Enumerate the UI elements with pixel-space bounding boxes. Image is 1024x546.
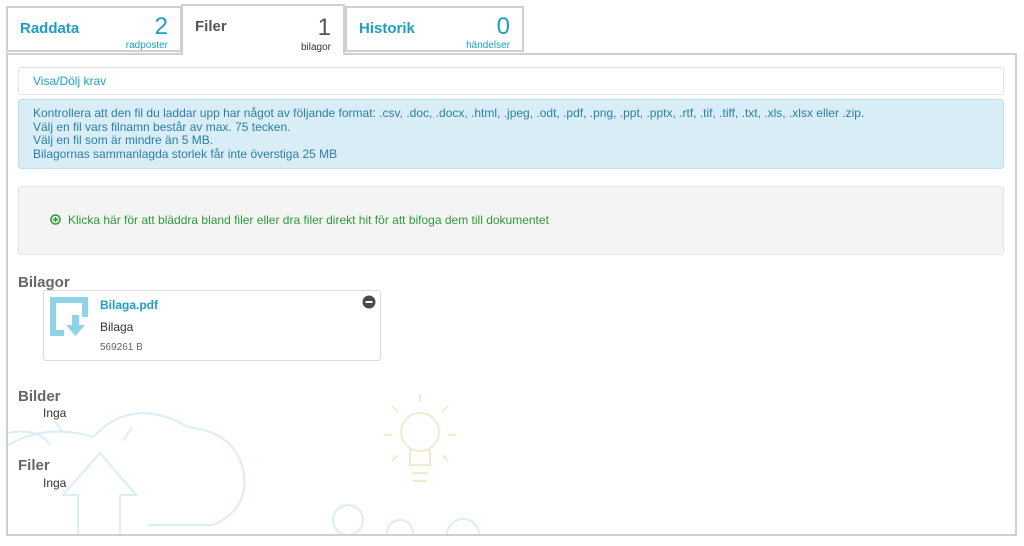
tab-sublabel: bilagor [300,42,331,53]
requirement-line: Kontrollera att den fil du laddar upp ha… [33,106,865,120]
tab-count: 2 [154,13,168,40]
attachment-size: 569261 B [100,342,143,353]
toggle-requirements-button[interactable]: Visa/Dölj krav [18,67,1004,95]
tab-sublabel: händelser [466,40,510,51]
tab-sublabel: radposter [125,40,168,51]
file-download-icon [50,297,88,336]
images-heading: Bilder [18,388,61,405]
files-panel: Visa/Dölj krav Kontrollera att den fil d… [6,53,1017,536]
file-dropzone[interactable]: Klicka här för att bläddra bland filer e… [18,186,1004,255]
attachments-heading: Bilagor [18,274,70,291]
requirement-line: Välj en fil vars filnamn består av max. … [33,119,291,134]
dropzone-text: Klicka här för att bläddra bland filer e… [68,213,549,227]
requirement-line: Bilagornas sammanlagda storlek får inte … [33,146,338,161]
files-empty-text: Inga [43,476,67,490]
requirement-line: Välj en fil som är mindre än 5 MB. [33,133,214,148]
files-heading: Filer [18,457,50,474]
tab-label: Raddata [20,20,80,37]
tab-filer[interactable]: Filer 1 bilagor [181,4,345,55]
attachment-file-link[interactable]: Bilaga.pdf [100,298,158,312]
tab-historik[interactable]: Historik 0 händelser [345,6,524,52]
tab-count: 1 [317,14,331,41]
tab-label: Historik [359,20,415,37]
attachment-description: Bilaga [100,320,134,334]
tab-count: 0 [496,13,510,40]
requirements-info-box: Kontrollera att den fil du laddar upp ha… [18,99,1004,169]
tab-raddata[interactable]: Raddata 2 radposter [6,6,182,52]
images-empty-text: Inga [43,406,67,420]
plus-circle-icon [50,214,61,225]
tab-label: Filer [195,18,227,35]
attachment-card: Bilaga.pdf Bilaga 569261 B [43,290,381,361]
remove-icon[interactable] [362,295,376,309]
